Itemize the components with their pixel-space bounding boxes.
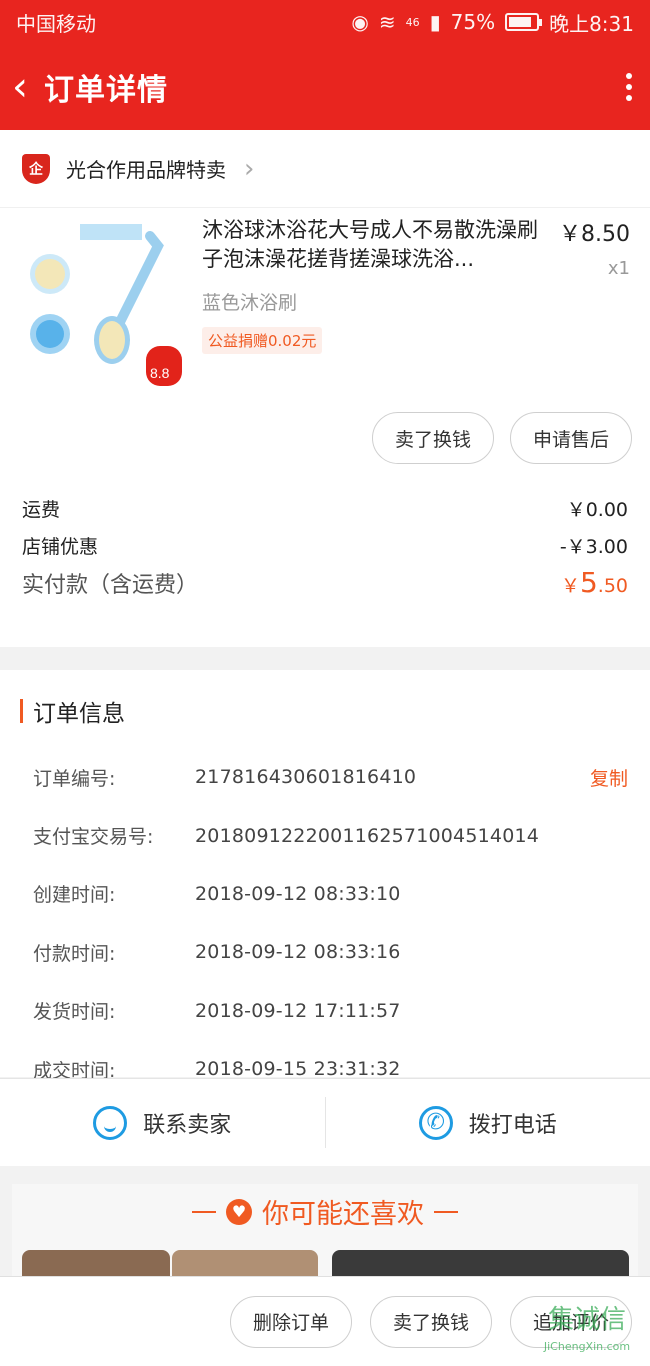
discount-row: 店铺优惠 -￥3.00 <box>22 527 628 564</box>
product-price: ￥8.50 <box>559 222 630 247</box>
copy-button[interactable]: 复制 <box>590 764 628 791</box>
page-title: 订单详情 <box>44 73 168 108</box>
battery-icon <box>505 13 543 31</box>
product-row[interactable]: 8.8 沐浴球沐浴花大号成人不易散洗澡刷子泡沫澡花搓背搓澡球洗浴... 蓝色沐浴… <box>0 208 650 408</box>
section-accent-bar <box>20 699 23 723</box>
paid-currency: ￥ <box>560 575 580 597</box>
paid-decimal: .50 <box>597 575 628 597</box>
watermark-text: 集诚信 <box>547 1305 626 1335</box>
product-info: 沐浴球沐浴花大号成人不易散洗澡刷子泡沫澡花搓背搓澡球洗浴... 蓝色沐浴刷 公益… <box>182 216 540 408</box>
nav-bar: ‹ 订单详情 <box>0 44 650 130</box>
watermark-logo: 集诚信 JiChengXin.com <box>532 1300 642 1360</box>
clock: 晚上8:31 <box>549 11 634 36</box>
paid-time-row: 付款时间: 2018-09-12 08:33:16 <box>33 923 628 981</box>
order-info-header: 订单信息 <box>0 670 650 728</box>
shipped-time-row: 发货时间: 2018-09-12 17:11:57 <box>33 982 628 1040</box>
order-info-list: 订单编号: 217816430601816410 复制 支付宝交易号: 2018… <box>0 728 650 1098</box>
recommend-header: ♥ 你可能还喜欢 <box>0 1192 650 1231</box>
shipped-time-value: 2018-09-12 17:11:57 <box>195 999 401 1022</box>
battery-percent: 75% <box>450 10 496 34</box>
item-actions: 卖了换钱 申请售后 <box>0 412 650 464</box>
completed-time-value: 2018-09-15 23:31:32 <box>195 1058 401 1081</box>
sell-for-cash-button[interactable]: 卖了换钱 <box>369 1295 492 1348</box>
bath-brush-image: 8.8 <box>30 224 182 386</box>
header: 中国移动 ◉ ≋ 46 ▮ 75% 晚上8:31 ‹ 订单详情 <box>0 0 650 130</box>
info-label: 发货时间: <box>33 1001 116 1024</box>
call-phone-label: 拨打电话 <box>468 1112 557 1138</box>
store-name[interactable]: 光合作用品牌特卖 <box>66 154 226 183</box>
alipay-trade-value: 2018091222001162571004514014 <box>195 824 540 847</box>
watermark-sub: JiChengXin.com <box>543 1340 631 1353</box>
info-label: 支付宝交易号: <box>33 826 154 849</box>
info-label: 付款时间: <box>33 942 116 965</box>
after-sale-button[interactable]: 申请售后 <box>509 412 632 464</box>
shipping-label: 运费 <box>22 499 61 521</box>
bottom-action-bar: 删除订单 卖了换钱 追加评价 集诚信 JiChengXin.com <box>0 1276 650 1366</box>
shipping-row: 运费 ￥0.00 <box>22 490 628 527</box>
product-price-block: ￥8.50 x1 <box>540 216 630 408</box>
contact-bar: 联系卖家 ✆ 拨打电话 <box>0 1078 650 1166</box>
product-quantity: x1 <box>607 258 630 279</box>
carrier-label: 中国移动 <box>16 11 96 36</box>
chevron-right-icon: › <box>244 153 255 184</box>
contact-seller-label: 联系卖家 <box>143 1112 232 1138</box>
delete-order-button[interactable]: 删除订单 <box>229 1295 352 1348</box>
shipping-value: ￥0.00 <box>566 499 628 521</box>
order-item-card: 企 光合作用品牌特卖 › 8.8 沐浴球沐浴花大号成人不易散洗澡刷子泡沫澡花搓背… <box>0 130 650 647</box>
chat-smile-icon <box>93 1105 128 1140</box>
store-row[interactable]: 企 光合作用品牌特卖 › <box>0 130 650 208</box>
back-arrow-icon[interactable]: ‹ <box>12 64 36 110</box>
order-number-value: 217816430601816410 <box>195 766 417 789</box>
more-menu-icon[interactable] <box>626 73 632 101</box>
discount-value: -￥3.00 <box>559 536 628 558</box>
thumb-price-tag: 8.8 <box>150 365 170 381</box>
created-time-row: 创建时间: 2018-09-12 08:33:10 <box>33 865 628 923</box>
info-label: 创建时间: <box>33 884 116 907</box>
eye-icon: ◉ <box>351 10 369 34</box>
decor-line <box>192 1210 216 1213</box>
order-number-row: 订单编号: 217816430601816410 复制 <box>33 748 628 806</box>
status-icons: ◉ ≋ 46 ▮ 75% 晚上8:31 <box>351 8 634 37</box>
signal-icon: ▮ <box>429 10 441 34</box>
enterprise-shield-icon: 企 <box>22 153 50 184</box>
wifi-icon: ≋ <box>378 10 396 34</box>
decor-line <box>434 1210 458 1213</box>
contact-seller-button[interactable]: 联系卖家 <box>0 1079 325 1166</box>
paid-row: 实付款（含运费） ￥5.50 <box>22 566 628 599</box>
call-phone-button[interactable]: ✆ 拨打电话 <box>326 1079 650 1166</box>
product-thumbnail[interactable]: 8.8 <box>20 216 182 386</box>
sell-for-cash-button[interactable]: 卖了换钱 <box>371 412 494 464</box>
product-spec: 蓝色沐浴刷 <box>202 292 298 314</box>
info-label: 订单编号: <box>33 767 116 790</box>
alipay-trade-row: 支付宝交易号: 2018091222001162571004514014 <box>33 806 628 864</box>
fee-summary: 运费 ￥0.00 店铺优惠 -￥3.00 实付款（含运费） ￥5.50 <box>0 464 650 599</box>
product-title[interactable]: 沐浴球沐浴花大号成人不易散洗澡刷子泡沫澡花搓背搓澡球洗浴... <box>202 216 540 274</box>
network-label: 46 <box>405 15 420 29</box>
order-info-card: 订单信息 订单编号: 217816430601816410 复制 支付宝交易号:… <box>0 670 650 1082</box>
paid-label: 实付款（含运费） <box>22 572 199 598</box>
paid-integer: 5 <box>579 566 598 599</box>
paid-amount: ￥5.50 <box>561 566 628 599</box>
recommend-title: 你可能还喜欢 <box>262 1199 424 1230</box>
created-time-value: 2018-09-12 08:33:10 <box>195 882 401 905</box>
paid-time-value: 2018-09-12 08:33:16 <box>195 941 401 964</box>
discount-label: 店铺优惠 <box>22 536 99 558</box>
heart-icon: ♥ <box>226 1198 252 1225</box>
order-info-title: 订单信息 <box>33 701 125 727</box>
phone-icon: ✆ <box>418 1105 453 1140</box>
charity-tag: 公益捐赠0.02元 <box>202 327 323 354</box>
status-bar: 中国移动 ◉ ≋ 46 ▮ 75% 晚上8:31 <box>0 0 650 44</box>
